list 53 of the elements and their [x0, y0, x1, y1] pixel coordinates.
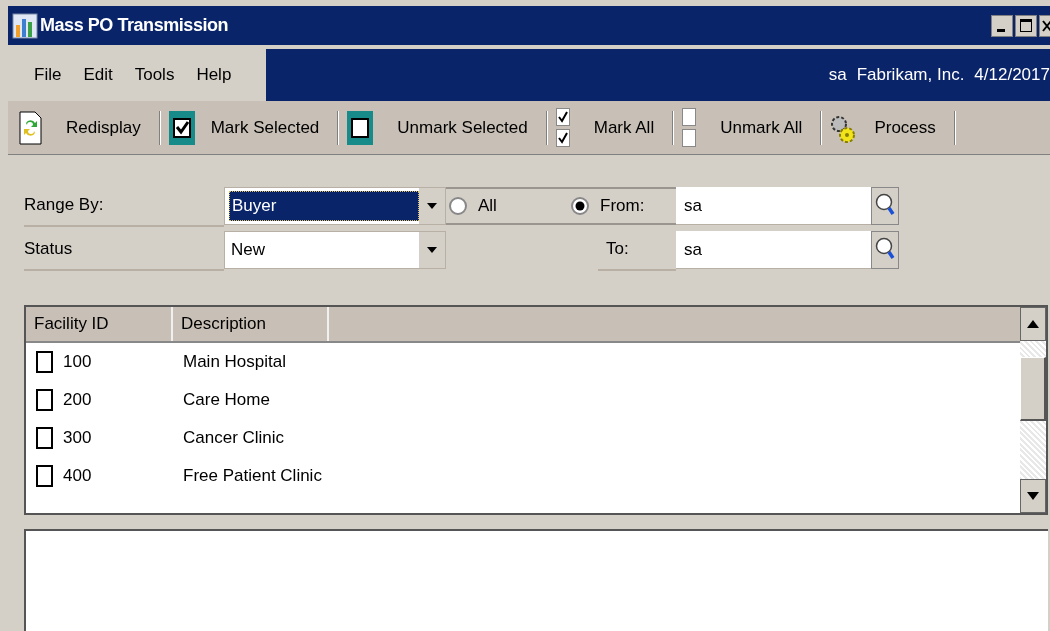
toolbar-button[interactable]: Unmark Selected [347, 107, 546, 148]
refresh-icon [18, 110, 42, 145]
menu-item[interactable]: File [34, 62, 62, 88]
toolbar-button[interactable]: Mark All [555, 107, 673, 148]
scroll-thumb[interactable] [1020, 357, 1046, 421]
table-cell-text: 300 [63, 427, 92, 450]
session-date: 4/12/2017 [974, 64, 1050, 87]
text-area[interactable] [24, 529, 1048, 631]
row-checkbox[interactable] [36, 351, 53, 373]
lookup-button[interactable] [871, 231, 899, 269]
toolbar-button[interactable]: Mark Selected [168, 107, 338, 148]
row-checkbox[interactable] [36, 465, 53, 487]
table-cell-text: Free Patient Clinic [182, 465, 322, 488]
field-label: Range By: [24, 194, 104, 217]
table-cell-text: 100 [63, 351, 92, 374]
toolbar-button[interactable]: Unmark All [682, 107, 821, 148]
field-label: Status [24, 238, 73, 261]
checked-checkbox-icon [168, 110, 195, 145]
table-cell-text: Cancer Clinic [182, 427, 285, 450]
lookup-button[interactable] [871, 187, 899, 225]
app-icon [12, 12, 38, 39]
window-title: Mass PO Transmission [40, 14, 229, 37]
text-field[interactable]: sa [676, 231, 871, 269]
maximize-icon [1015, 14, 1037, 37]
checkbox-icon [347, 110, 374, 145]
menu-item[interactable]: Tools [134, 62, 175, 88]
field-label: To: [606, 238, 629, 261]
menu-item[interactable]: Help [196, 62, 232, 88]
table-cell-text: Main Hospital [182, 351, 286, 374]
table-cell-text: 400 [63, 465, 92, 488]
radio-option[interactable]: All [446, 193, 570, 219]
toolbar-button[interactable]: Process [830, 107, 954, 148]
empty-checkboxes-icon [682, 107, 697, 148]
text-field[interactable]: sa [676, 187, 871, 225]
radio-option[interactable]: From: [570, 193, 645, 219]
row-checkbox[interactable] [36, 389, 53, 411]
company-name: Fabrikam, Inc. [856, 64, 965, 87]
table-cell-text: 200 [63, 389, 92, 412]
scroll-down-icon [1020, 479, 1046, 513]
minimize-icon [991, 14, 1013, 37]
scrollbar[interactable] [1020, 307, 1046, 513]
close-icon [1039, 14, 1050, 37]
user-name: sa [828, 64, 847, 87]
dropdown[interactable]: New [224, 231, 446, 269]
row-checkbox[interactable] [36, 427, 53, 449]
checked-checkboxes-icon [555, 107, 570, 148]
table-cell-text: Care Home [182, 389, 270, 412]
menu-item[interactable]: Edit [83, 62, 113, 88]
toolbar-button[interactable]: Redisplay [18, 107, 159, 148]
column-header[interactable]: Description [173, 307, 329, 341]
dropdown[interactable]: Buyer [224, 187, 446, 225]
scroll-up-icon [1020, 307, 1046, 341]
column-header[interactable]: Facility ID [26, 307, 173, 341]
